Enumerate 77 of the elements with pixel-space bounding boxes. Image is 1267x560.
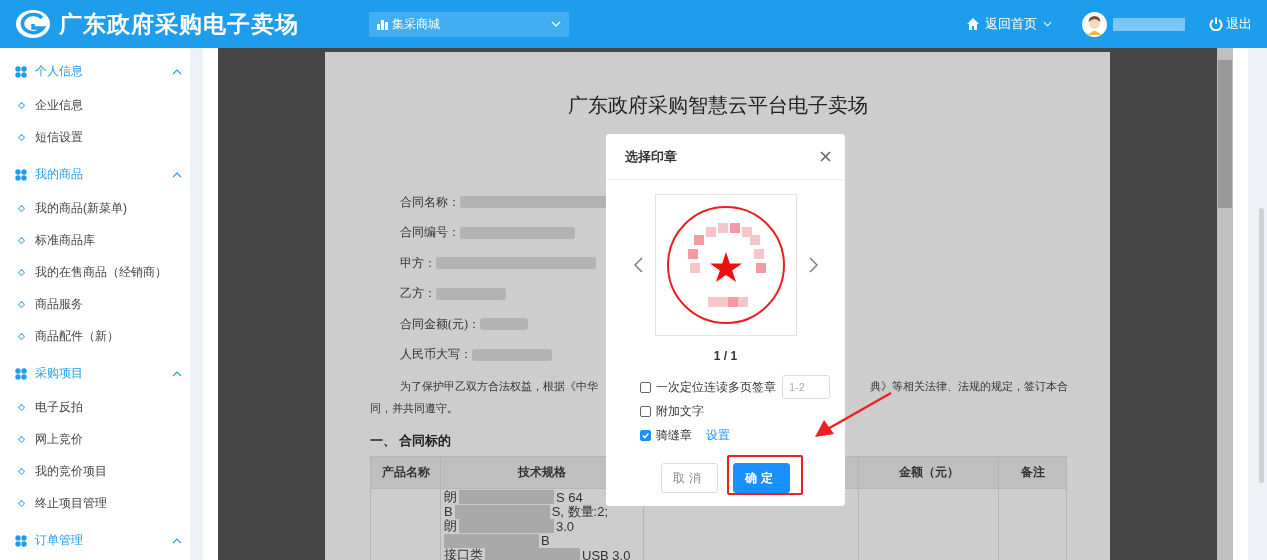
document-title: 广东政府采购智慧云平台电子卖场 — [566, 93, 869, 118]
cell-text: 3.0 — [556, 518, 575, 534]
option-label: 一次定位连读多页签章 — [656, 378, 776, 396]
field-label: 合同金额(元)： — [400, 315, 480, 333]
cell-text: 朗 — [444, 517, 457, 536]
checkbox[interactable] — [640, 381, 651, 393]
sidebar-item[interactable]: 商品配件（新） — [0, 320, 190, 352]
grid-icon — [15, 168, 27, 181]
sidebar-item[interactable]: 短信设置 — [0, 121, 190, 153]
scroll-thumb[interactable] — [1218, 60, 1232, 208]
paragraph-text: 典》等相关法律、法规的规定，签订本合 — [870, 380, 1068, 394]
option-label: 骑缝章 — [656, 426, 692, 444]
grid-icon — [15, 65, 27, 78]
home-icon — [967, 18, 979, 30]
scroll-thumb[interactable] — [1259, 208, 1264, 483]
diamond-icon — [18, 332, 25, 340]
diamond-icon — [18, 268, 25, 276]
diamond-icon — [18, 133, 25, 141]
option-label: 附加文字 — [656, 402, 704, 420]
column-header: 金额（元） — [859, 457, 999, 489]
cell-text: S 64 — [556, 489, 583, 505]
column-header: 备注 — [999, 457, 1067, 489]
redacted-name — [1113, 17, 1185, 31]
paragraph-text: 同，并共同遵守。 — [370, 402, 458, 416]
sidebar-item[interactable]: 终止项目管理 — [0, 487, 190, 519]
cell-text: B — [541, 533, 550, 549]
chevron-down-icon — [551, 21, 561, 27]
sidebar-item[interactable]: 网上竞价 — [0, 423, 190, 455]
chevron-left-icon[interactable] — [632, 257, 643, 273]
checkbox[interactable] — [640, 429, 651, 441]
cancel-button[interactable]: 取消 — [661, 463, 718, 493]
page-counter: 1 / 1 — [712, 349, 739, 363]
diamond-icon — [18, 403, 25, 411]
cell-text: USB 3.0 — [582, 547, 631, 560]
diamond-icon — [18, 467, 25, 475]
field-label: 人民币大写： — [400, 346, 472, 364]
cell-text: 朗 — [444, 488, 457, 507]
cell-text: S, 数量:2; — [551, 502, 609, 521]
diamond-icon — [18, 101, 25, 109]
close-icon[interactable] — [820, 151, 831, 162]
grid-icon — [15, 534, 27, 547]
diamond-icon — [18, 204, 25, 212]
paragraph-text: 为了保护甲乙双方合法权益，根据《中华 — [400, 380, 598, 394]
field-label: 合同名称： — [400, 193, 460, 211]
sidebar-item[interactable]: 我的竞价项目 — [0, 455, 190, 487]
logo-icon — [15, 9, 51, 39]
chevron-down-icon — [1043, 21, 1052, 27]
site-title: 广东政府采购电子卖场 — [59, 9, 299, 39]
checkbox[interactable] — [640, 405, 651, 417]
field-label: 合同编号： — [400, 224, 460, 242]
sidebar-item[interactable]: 商品服务 — [0, 288, 190, 320]
cell-text: B — [444, 504, 453, 520]
diamond-icon — [18, 499, 25, 507]
chevron-right-icon[interactable] — [808, 257, 819, 273]
redacted-value — [480, 318, 528, 331]
column-header: 产品名称 — [371, 457, 441, 489]
grid-icon — [15, 367, 27, 380]
bar-chart-icon — [377, 18, 389, 30]
scrollbar[interactable] — [1217, 48, 1233, 560]
sidebar-item[interactable]: 标准商品库 — [0, 224, 190, 256]
sidebar-item[interactable]: 电子反拍 — [0, 391, 190, 423]
sidebar-item[interactable]: 我的商品(新菜单) — [0, 192, 190, 224]
avatar-icon — [1082, 11, 1107, 37]
section-heading: 一、 合同标的 — [370, 432, 452, 450]
field-label: 乙方： — [400, 285, 436, 303]
diamond-icon — [18, 435, 25, 443]
sidebar-item[interactable]: 我的在售商品（经销商） — [0, 256, 190, 288]
checkmark-icon — [641, 430, 650, 440]
field-label: 甲方： — [400, 254, 436, 272]
power-icon — [1209, 17, 1223, 31]
sidebar-item[interactable]: 企业信息 — [0, 89, 190, 121]
seal-preview[interactable] — [654, 194, 797, 336]
dialog-title: 选择印章 — [625, 147, 678, 166]
redacted-value — [436, 287, 506, 300]
diamond-icon — [18, 236, 25, 244]
diamond-icon — [18, 300, 25, 308]
page-range-field[interactable]: 1-2 — [782, 375, 830, 399]
